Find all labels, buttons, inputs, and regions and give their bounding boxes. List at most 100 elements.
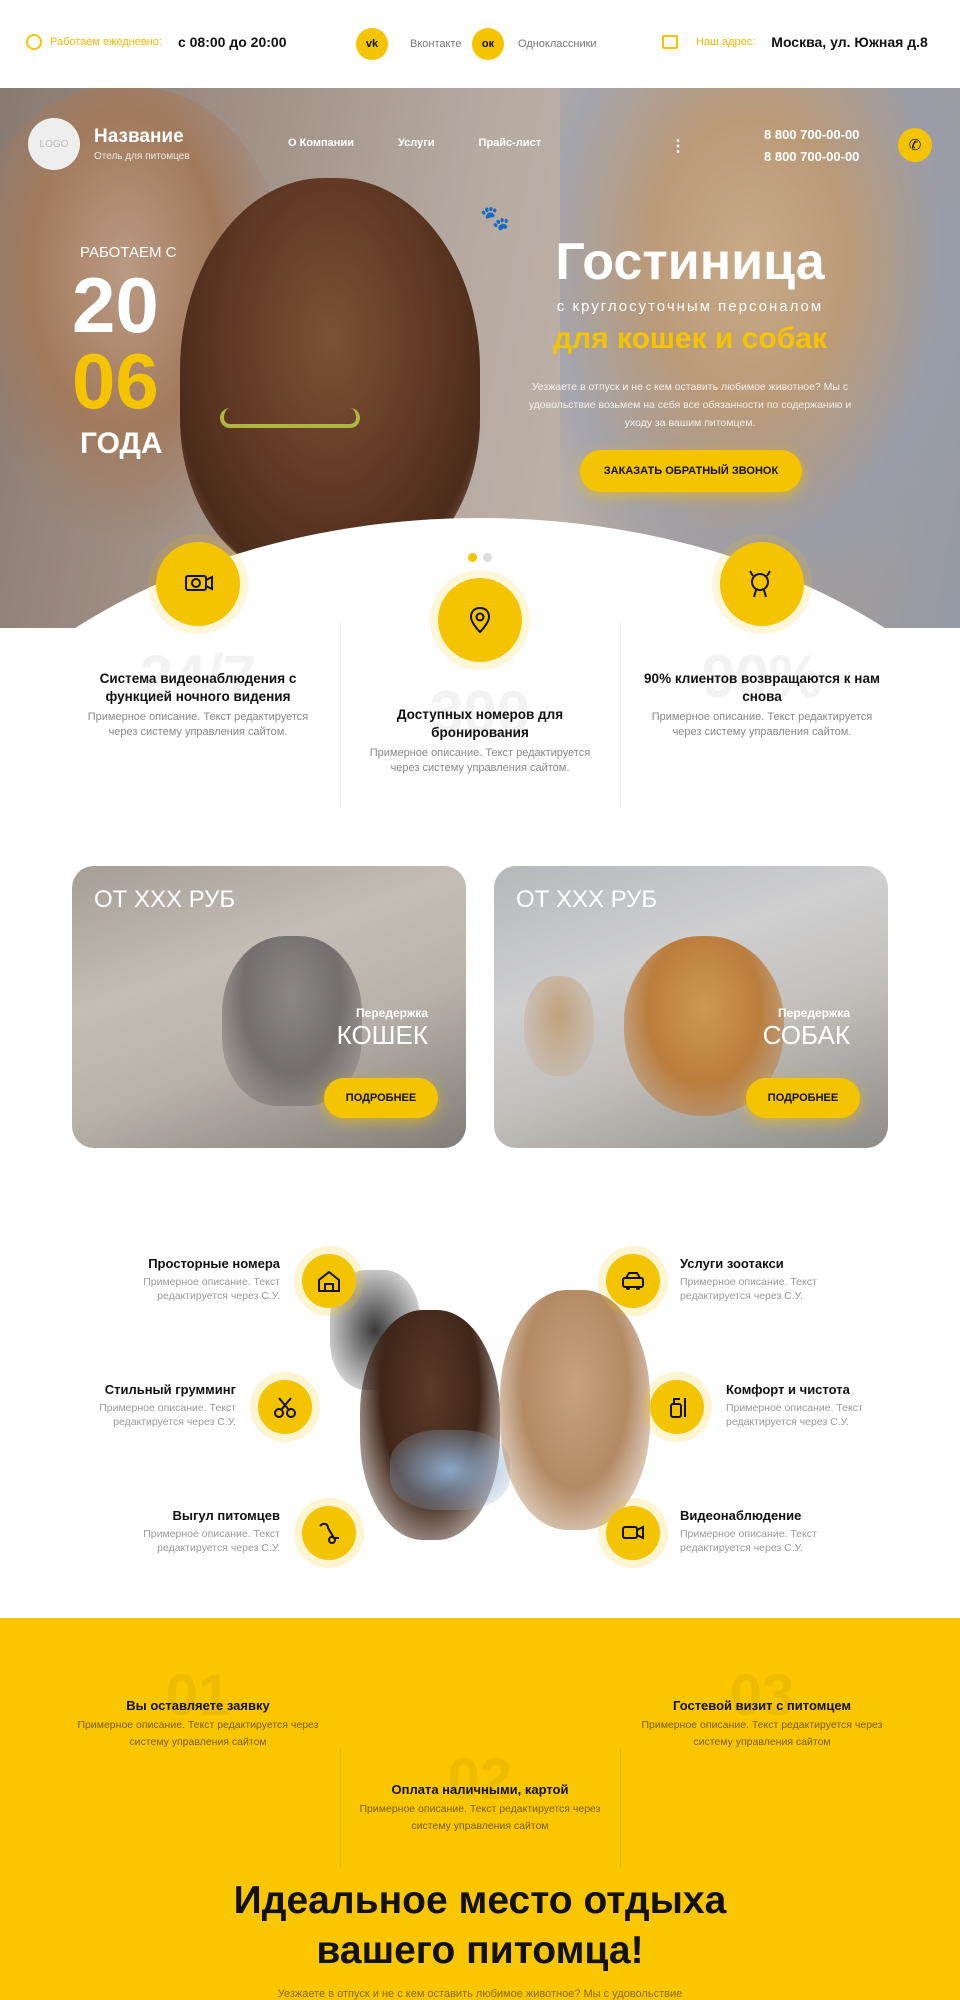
service-rooms: Просторные номера Примерное описание. Те… xyxy=(80,1256,280,1303)
top-bar: Работаем ежедневно: с 08:00 до 20:00 vk … xyxy=(0,0,960,88)
feature-rooms: 300 Доступных номеров для бронирования П… xyxy=(360,578,600,776)
nav-item-company[interactable]: О Компании xyxy=(288,137,354,149)
service-description: Примерное описание. Текст редактируется … xyxy=(143,1276,280,1302)
hours-label: Работаем ежедневно: xyxy=(50,36,162,48)
service-description: Примерное описание. Текст редактируется … xyxy=(680,1528,817,1554)
hero-subtitle-accent: для кошек и собак xyxy=(553,322,827,355)
divider xyxy=(620,1748,621,1868)
bottom-title-line-2: вашего питомца! xyxy=(316,1929,644,1972)
service-description: Примерное описание. Текст редактируется … xyxy=(726,1402,863,1428)
feature-video: 24/7 Система видеонаблюдения с функцией … xyxy=(78,542,318,740)
phone-1[interactable]: 8 800 700-00-00 xyxy=(764,124,859,146)
nav-item-pricelist[interactable]: Прайс-лист xyxy=(479,137,542,149)
call-button[interactable]: ✆ xyxy=(898,128,932,162)
bottom-title: Идеальное место отдыха вашего питомца! xyxy=(0,1876,960,1976)
callback-button[interactable]: ЗАКАЗАТЬ ОБРАТНЫЙ ЗВОНОК xyxy=(580,450,802,492)
card-price: ОТ XXX РУБ xyxy=(516,886,658,913)
brand-subtitle: Отель для питомцев xyxy=(94,151,190,162)
photo-french-bulldog xyxy=(500,1290,650,1530)
service-taxi: Услуги зоотакси Примерное описание. Текс… xyxy=(680,1256,880,1303)
more-button[interactable]: ПОДРОБНЕЕ xyxy=(324,1078,438,1118)
phone-icon: ✆ xyxy=(908,137,922,154)
feature-description: Примерное описание. Текст редактируется … xyxy=(369,747,591,774)
working-hours: Работаем ежедневно: с 08:00 до 20:00 xyxy=(26,34,286,50)
since-suffix: ГОДА xyxy=(80,427,163,460)
phones: 8 800 700-00-00 8 800 700-00-00 xyxy=(764,124,859,168)
more-menu-icon[interactable]: ⋮ xyxy=(670,136,686,156)
address: Наш адрес: Москва, ул. Южная д.8 xyxy=(662,34,928,50)
step-2: 02 Оплата наличными, картой Примерное оп… xyxy=(350,1747,610,1835)
pet-taxi-icon xyxy=(606,1254,660,1308)
step-description: Примерное описание. Текст редактируется … xyxy=(359,1803,601,1832)
service-title: Услуги зоотакси xyxy=(680,1256,784,1271)
dog-icon xyxy=(720,542,804,626)
step-description: Примерное описание. Текст редактируется … xyxy=(641,1719,883,1748)
odnoklassniki-icon: ок xyxy=(472,28,504,60)
location-pin-icon xyxy=(438,578,522,662)
feature-title: Система видеонаблюдения с функцией ночно… xyxy=(99,671,297,704)
step-title: Вы оставляете заявку xyxy=(126,1698,270,1713)
since-year-part1: 20 xyxy=(72,261,159,349)
service-title: Стильный грумминг xyxy=(104,1382,236,1397)
leash-icon xyxy=(302,1506,356,1560)
camera-icon xyxy=(156,542,240,626)
vk-link[interactable]: vk Вконтакте xyxy=(356,28,461,60)
step-description: Примерное описание. Текст редактируется … xyxy=(77,1719,319,1748)
scissors-icon xyxy=(258,1380,312,1434)
hours-value: с 08:00 до 20:00 xyxy=(177,34,287,50)
slider-dots xyxy=(468,553,492,562)
since-block: РАБОТАЕМ С 20 06 ГОДА xyxy=(72,244,177,461)
more-button[interactable]: ПОДРОБНЕЕ xyxy=(746,1078,860,1118)
main-nav: О Компании Услуги Прайс-лист xyxy=(288,137,541,149)
bottom-description: Уезжаете в отпуск и не с кем оставить лю… xyxy=(277,1988,683,2000)
feature-title: Доступных номеров для бронирования xyxy=(396,707,564,740)
brand-name: Название xyxy=(94,126,184,147)
service-walking: Выгул питомцев Примерное описание. Текст… xyxy=(80,1508,280,1555)
feature-description: Примерное описание. Текст редактируется … xyxy=(651,711,873,738)
slider-dot-2[interactable] xyxy=(483,553,492,562)
brand[interactable]: LOGO Название Отель для питомцев xyxy=(28,118,190,170)
card-title: СОБАК xyxy=(762,1020,850,1050)
nav-item-services[interactable]: Услуги xyxy=(398,137,435,149)
divider xyxy=(340,620,341,805)
logo[interactable]: LOGO xyxy=(28,118,80,170)
address-label: Наш адрес: xyxy=(696,36,756,48)
clock-icon xyxy=(26,34,42,50)
divider xyxy=(620,620,621,805)
vk-label: Вконтакте xyxy=(410,38,462,50)
vk-icon: vk xyxy=(356,28,388,60)
doghouse-icon xyxy=(302,1254,356,1308)
since-label: РАБОТАЕМ С xyxy=(80,244,177,261)
cleaning-icon xyxy=(650,1380,704,1434)
address-value: Москва, ул. Южная д.8 xyxy=(771,34,928,50)
service-title: Комфорт и чистота xyxy=(726,1382,850,1397)
feature-title: 90% клиентов возвращаются к нам снова xyxy=(644,671,880,704)
odnoklassniki-link[interactable]: ок Одноклассники xyxy=(472,28,597,60)
step-3: 03 Гостевой визит с питомцем Примерное о… xyxy=(632,1663,892,1751)
slider-dot-1[interactable] xyxy=(468,553,477,562)
step-title: Оплата наличными, картой xyxy=(391,1782,569,1797)
hero-description: Уезжаете в отпуск и не с кем оставить лю… xyxy=(528,381,852,429)
service-video: Видеонаблюдение Примерное описание. Текс… xyxy=(680,1508,880,1555)
card-kicker: Передержка xyxy=(356,1006,428,1020)
hero-subtitle: с круглосуточным персоналом xyxy=(556,298,824,315)
service-comfort: Комфорт и чистота Примерное описание. Те… xyxy=(726,1382,926,1429)
card-dogs[interactable]: ОТ XXX РУБ Передержка СОБАК ПОДРОБНЕЕ xyxy=(494,866,888,1148)
card-price: ОТ XXX РУБ xyxy=(94,886,236,913)
photo-shirt xyxy=(390,1430,510,1510)
step-title: Гостевой визит с питомцем xyxy=(672,1698,852,1713)
paw-icon: 🐾 xyxy=(480,205,510,232)
bottom-title-line-1: Идеальное место отдыха xyxy=(233,1879,727,1922)
card-title: КОШЕК xyxy=(336,1020,428,1050)
odnoklassniki-label: Одноклассники xyxy=(518,38,597,50)
card-cats[interactable]: ОТ XXX РУБ Передержка КОШЕК ПОДРОБНЕЕ xyxy=(72,866,466,1148)
step-1: 01 Вы оставляете заявку Примерное описан… xyxy=(68,1663,328,1751)
feature-returning: 90% 90% клиентов возвращаются к нам снов… xyxy=(642,542,882,740)
service-description: Примерное описание. Текст редактируется … xyxy=(143,1528,280,1554)
phone-2[interactable]: 8 800 700-00-00 xyxy=(764,146,859,168)
since-year-part2: 06 xyxy=(72,337,159,425)
service-grooming: Стильный грумминг Примерное описание. Те… xyxy=(36,1382,236,1429)
service-title: Видеонаблюдение xyxy=(680,1508,802,1523)
service-title: Выгул питомцев xyxy=(172,1508,280,1523)
service-description: Примерное описание. Текст редактируется … xyxy=(680,1276,817,1302)
